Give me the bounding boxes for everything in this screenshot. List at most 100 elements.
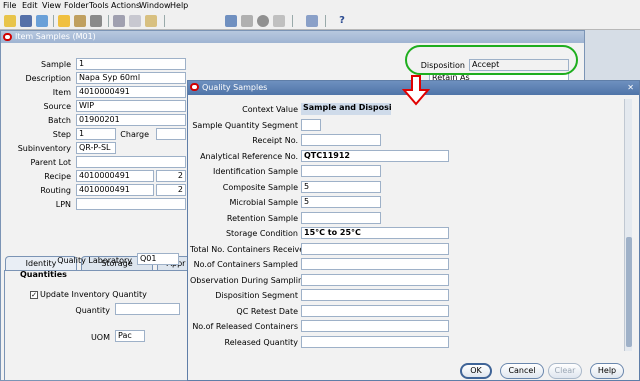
lpn-label: LPN xyxy=(55,200,71,209)
menu-window[interactable]: Window xyxy=(139,1,171,10)
ok-button[interactable]: OK xyxy=(460,363,492,379)
quality-samples-title: Quality Samples xyxy=(202,83,268,92)
qs-field-value[interactable] xyxy=(301,118,321,131)
quantity-field[interactable] xyxy=(115,303,180,315)
help-icon[interactable]: ? xyxy=(336,15,348,27)
subinventory-field[interactable]: QR-P-SL xyxy=(76,142,116,154)
disposition-highlight-annotation xyxy=(405,45,578,75)
qs-field-value[interactable] xyxy=(301,273,449,286)
step-field[interactable]: 1 xyxy=(76,128,116,140)
open-folder-icon[interactable] xyxy=(4,15,16,27)
help-button[interactable]: Help xyxy=(590,363,624,379)
qs-field-value[interactable] xyxy=(301,242,449,255)
qs-field-value[interactable] xyxy=(301,289,449,301)
toolbar: ? xyxy=(0,12,640,30)
qs-field-value[interactable]: 15°C to 25°C xyxy=(301,227,449,239)
qs-field-value[interactable] xyxy=(301,211,381,224)
qs-field-label: Observation During Sampling xyxy=(190,275,309,285)
qs-field-value[interactable] xyxy=(301,335,449,348)
charge-label: Charge xyxy=(120,130,149,139)
qs-field-label: Total No. Containers Received xyxy=(190,244,310,254)
description-field[interactable]: Napa Syp 60ml xyxy=(76,72,186,84)
quality-samples-window: Quality Samples ✕ Context Value Sample an… xyxy=(187,80,640,381)
attachment-icon[interactable] xyxy=(273,15,285,27)
cancel-button[interactable]: Cancel xyxy=(500,363,544,379)
red-arrow-annotation xyxy=(402,75,431,106)
qs-field-label: Analytical Reference No. xyxy=(200,151,298,161)
qs-field-label: Sample Quantity Segment xyxy=(192,120,298,130)
copy-icon[interactable] xyxy=(129,15,141,27)
qs-field-label: Storage Condition xyxy=(225,229,298,238)
qs-field-value[interactable] xyxy=(301,320,449,332)
lpn-field[interactable] xyxy=(76,198,186,210)
batch-field[interactable]: 01900201 xyxy=(76,114,186,126)
qs-field-value[interactable] xyxy=(301,304,449,317)
qs-field-value[interactable] xyxy=(301,258,449,270)
qs-field-value[interactable]: QTC11912 xyxy=(301,149,449,162)
menu-folder[interactable]: Folder xyxy=(64,1,89,10)
toolbar-separator xyxy=(53,15,54,27)
qs-field-value[interactable]: 5 xyxy=(301,196,381,208)
routing-field[interactable]: 4010000491 xyxy=(76,184,154,196)
print-icon[interactable] xyxy=(90,15,102,27)
item-samples-titlebar: Item Samples (M01) xyxy=(1,31,584,43)
qs-field-label: Identification Sample xyxy=(213,167,298,176)
item-label: Item xyxy=(52,88,71,97)
edit-icon[interactable] xyxy=(257,15,269,27)
quantities-heading: Quantities xyxy=(20,270,67,279)
qs-field-value[interactable]: Sample and Disposition xyxy=(301,103,391,115)
navigate-icon[interactable] xyxy=(36,15,48,27)
oracle-logo-icon xyxy=(190,83,199,91)
update-inventory-checkbox[interactable]: ✓ xyxy=(30,291,38,299)
subinventory-label: Subinventory xyxy=(17,144,71,153)
qs-field-label: Receipt No. xyxy=(252,136,298,145)
description-label: Description xyxy=(25,74,71,83)
qs-field-label: No.of Containers Sampled xyxy=(193,260,298,269)
qs-field-value[interactable]: 5 xyxy=(301,180,381,193)
quality-laboratory-label: Quality Laboratory xyxy=(57,256,132,265)
charge-field[interactable] xyxy=(156,128,186,140)
qs-field-label: QC Retest Date xyxy=(236,306,298,316)
save-icon[interactable] xyxy=(20,15,32,27)
menu-view[interactable]: View xyxy=(42,1,61,10)
parent-lot-field[interactable] xyxy=(76,156,186,168)
sample-field[interactable]: 1 xyxy=(76,58,186,70)
uom-field[interactable]: Pac xyxy=(115,330,145,342)
step-label: Step xyxy=(52,130,71,139)
quality-laboratory-field[interactable]: Q01 xyxy=(137,253,179,265)
find-icon[interactable] xyxy=(74,15,86,27)
routing-version-field[interactable]: 2 xyxy=(156,184,186,196)
menu-actions[interactable]: Actions xyxy=(111,1,140,10)
menu-file[interactable]: File xyxy=(3,1,16,10)
qs-field-value[interactable] xyxy=(301,165,381,177)
window-controls-icon[interactable]: ✕ xyxy=(627,83,637,92)
menu-edit[interactable]: Edit xyxy=(22,1,38,10)
item-field[interactable]: 4010000491 xyxy=(76,86,186,98)
qs-field-label: Released Quantity xyxy=(224,337,298,347)
item-samples-title: Item Samples (M01) xyxy=(15,32,96,41)
menu-tools[interactable]: Tools xyxy=(89,1,109,10)
uom-label: UOM xyxy=(90,333,110,342)
recipe-label: Recipe xyxy=(44,172,71,181)
toolbar-separator xyxy=(292,15,293,27)
menu-help[interactable]: Help xyxy=(170,1,188,10)
clear-button: Clear xyxy=(548,363,582,379)
qs-field-value[interactable] xyxy=(301,134,381,146)
recipe-version-field[interactable]: 2 xyxy=(156,170,186,182)
delete-icon[interactable] xyxy=(241,15,253,27)
vertical-scrollbar[interactable] xyxy=(624,99,632,351)
recipe-field[interactable]: 4010000491 xyxy=(76,170,154,182)
source-select[interactable]: WIP xyxy=(76,100,186,112)
cut-icon[interactable] xyxy=(113,15,125,27)
qs-field-label: Microbial Sample xyxy=(229,198,299,207)
toolbar-separator xyxy=(325,15,326,27)
clear-icon[interactable] xyxy=(225,15,237,27)
update-inventory-label: Update Inventory Quantity xyxy=(40,290,147,299)
quantity-label: Quantity xyxy=(75,306,110,315)
zoom-icon[interactable] xyxy=(58,15,70,27)
routing-label: Routing xyxy=(40,186,71,195)
paste-icon[interactable] xyxy=(145,15,157,27)
folder-tools-icon[interactable] xyxy=(306,15,318,27)
scrollbar-thumb[interactable] xyxy=(626,237,632,347)
parent-lot-label: Parent Lot xyxy=(30,158,72,167)
